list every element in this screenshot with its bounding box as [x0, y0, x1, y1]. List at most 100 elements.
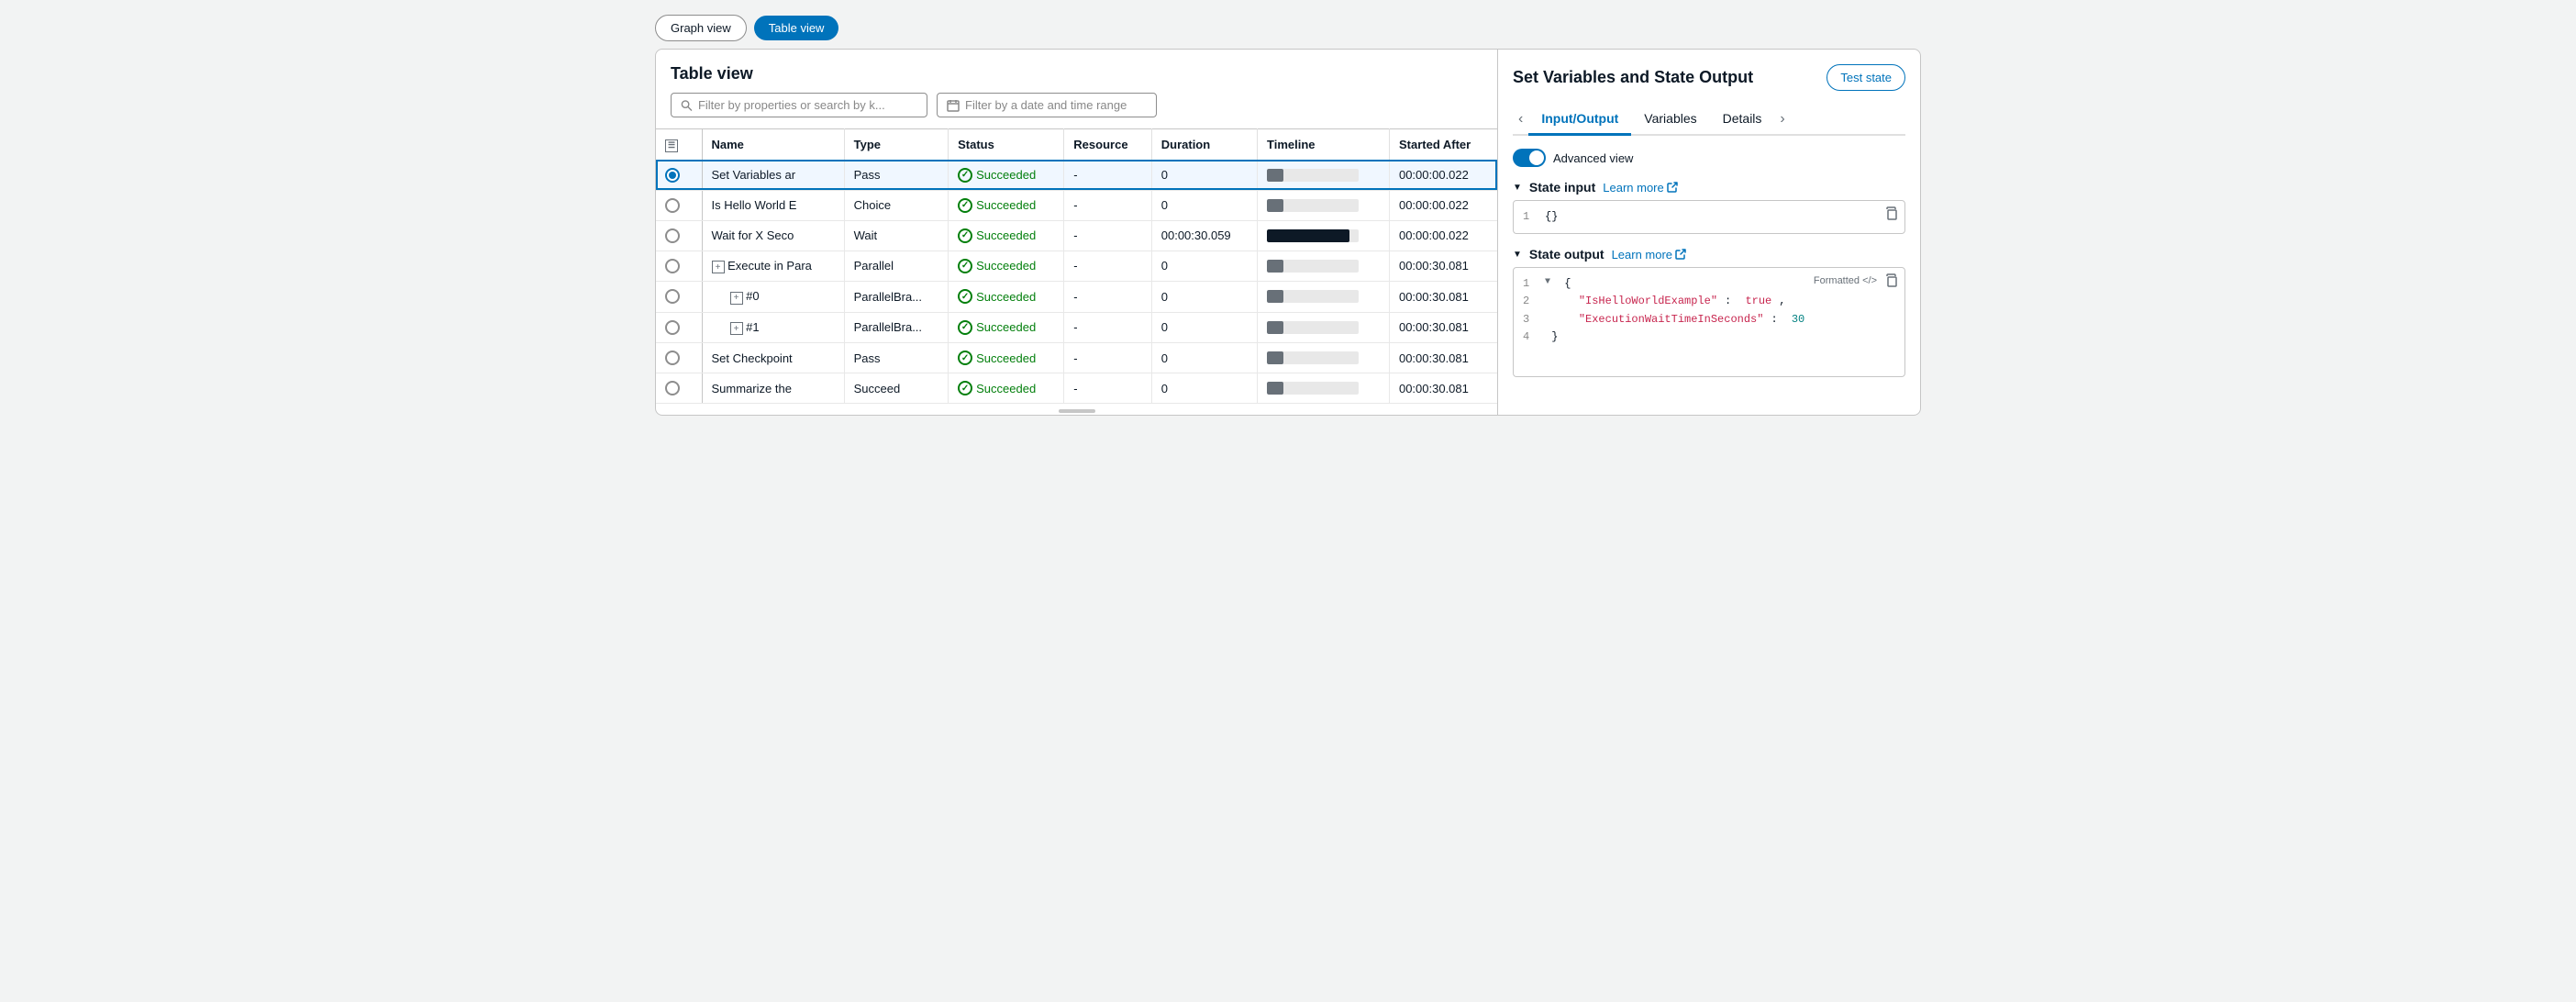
row-radio-button[interactable] [665, 351, 680, 365]
row-type: Parallel [844, 250, 949, 282]
row-timeline [1258, 220, 1390, 250]
tab-prev-button[interactable]: ‹ [1513, 107, 1528, 131]
success-icon: ✓ [958, 381, 972, 395]
col-timeline[interactable]: Timeline [1258, 129, 1390, 161]
tab-details[interactable]: Details [1710, 104, 1775, 136]
row-radio-cell[interactable] [656, 190, 702, 220]
row-radio-cell[interactable] [656, 220, 702, 250]
row-timeline [1258, 312, 1390, 343]
state-input-content: {} [1545, 208, 1558, 226]
property-filter-input[interactable] [698, 98, 917, 112]
timeline-bar-container [1267, 290, 1359, 303]
formatted-button[interactable]: Formatted </> [1814, 275, 1877, 286]
row-radio-cell[interactable] [656, 250, 702, 282]
row-type: ParallelBra... [844, 312, 949, 343]
tabs-row: ‹ Input/Output Variables Details › [1513, 104, 1905, 136]
table-header-row: ☰ Name Type Status Resource Duration Tim… [656, 129, 1497, 161]
success-icon: ✓ [958, 351, 972, 365]
col-duration[interactable]: Duration [1151, 129, 1257, 161]
status-label: Succeeded [976, 168, 1036, 182]
scroll-hint [656, 404, 1497, 415]
right-panel-header: Set Variables and State Output Test stat… [1513, 64, 1905, 91]
header-checkbox[interactable]: ☰ [665, 139, 678, 152]
state-input-block: 1 {} [1513, 200, 1905, 234]
state-input-learn-more[interactable]: Learn more [1603, 181, 1677, 195]
col-started-after[interactable]: Started After [1389, 129, 1497, 161]
row-type: Choice [844, 190, 949, 220]
row-radio-button[interactable] [665, 168, 680, 183]
success-icon: ✓ [958, 168, 972, 183]
row-radio-button[interactable] [665, 228, 680, 243]
table-view-title: Table view [671, 64, 1482, 84]
advanced-view-toggle[interactable] [1513, 149, 1546, 167]
table-row[interactable]: Wait for X SecoWait✓Succeeded-00:00:30.0… [656, 220, 1497, 250]
row-timeline [1258, 282, 1390, 313]
calendar-icon [947, 99, 960, 112]
state-output-header: ▼ State output Learn more [1513, 247, 1905, 262]
row-radio-cell[interactable] [656, 343, 702, 373]
row-radio-button[interactable] [665, 381, 680, 395]
advanced-view-label: Advanced view [1553, 151, 1633, 165]
state-input-triangle[interactable]: ▼ [1513, 183, 1522, 193]
row-radio-button[interactable] [665, 289, 680, 304]
expand-icon[interactable]: + [712, 261, 725, 273]
tab-variables[interactable]: Variables [1631, 104, 1709, 136]
timeline-bar [1267, 382, 1283, 395]
row-radio-button[interactable] [665, 259, 680, 273]
row-duration: 0 [1151, 160, 1257, 190]
table-row[interactable]: Is Hello World EChoice✓Succeeded-000:00:… [656, 190, 1497, 220]
row-type: Pass [844, 160, 949, 190]
status-label: Succeeded [976, 228, 1036, 242]
col-type[interactable]: Type [844, 129, 949, 161]
test-state-button[interactable]: Test state [1827, 64, 1905, 91]
row-resource: - [1064, 220, 1151, 250]
state-title: Set Variables and State Output [1513, 68, 1753, 87]
expand-icon[interactable]: + [730, 292, 743, 305]
row-radio-button[interactable] [665, 198, 680, 213]
state-output-learn-more[interactable]: Learn more [1612, 248, 1686, 262]
col-resource[interactable]: Resource [1064, 129, 1151, 161]
row-radio-cell[interactable] [656, 373, 702, 404]
state-output-triangle[interactable]: ▼ [1513, 250, 1522, 260]
table-row[interactable]: + #0ParallelBra...✓Succeeded-000:00:30.0… [656, 282, 1497, 313]
state-input-header: ▼ State input Learn more [1513, 180, 1905, 195]
timeline-bar [1267, 290, 1283, 303]
tab-input-output[interactable]: Input/Output [1528, 104, 1631, 136]
row-radio-cell[interactable] [656, 160, 702, 190]
state-output-block: 1 ▼ { 2 "IsHelloWorldExample" : true , 3 [1513, 267, 1905, 377]
timeline-bar [1267, 169, 1283, 182]
row-name: Set Variables ar [702, 160, 844, 190]
tab-next-button[interactable]: › [1774, 107, 1790, 131]
row-started-after: 00:00:00.022 [1389, 220, 1497, 250]
table-row[interactable]: + Execute in ParaParallel✓Succeeded-000:… [656, 250, 1497, 282]
table-view-button[interactable]: Table view [754, 16, 839, 40]
row-duration: 0 [1151, 343, 1257, 373]
row-radio-cell[interactable] [656, 312, 702, 343]
table-row[interactable]: Summarize theSucceed✓Succeeded-000:00:30… [656, 373, 1497, 404]
state-output-copy-button[interactable] [1884, 273, 1899, 293]
row-radio-cell[interactable] [656, 282, 702, 313]
col-status[interactable]: Status [949, 129, 1064, 161]
row-timeline [1258, 373, 1390, 404]
row-duration: 0 [1151, 250, 1257, 282]
property-filter[interactable] [671, 93, 927, 117]
scroll-grip [1059, 409, 1095, 413]
date-filter[interactable]: Filter by a date and time range [937, 93, 1157, 117]
state-input-copy-button[interactable] [1884, 206, 1899, 226]
date-filter-label: Filter by a date and time range [965, 98, 1127, 112]
external-link-icon [1667, 182, 1678, 193]
col-name[interactable]: Name [702, 129, 844, 161]
table-row[interactable]: Set Variables arPass✓Succeeded-000:00:00… [656, 160, 1497, 190]
table-row[interactable]: + #1ParallelBra...✓Succeeded-000:00:30.0… [656, 312, 1497, 343]
table-row[interactable]: Set CheckpointPass✓Succeeded-000:00:30.0… [656, 343, 1497, 373]
row-radio-button[interactable] [665, 320, 680, 335]
graph-view-button[interactable]: Graph view [655, 15, 747, 41]
row-status: ✓Succeeded [949, 220, 1064, 250]
col-select: ☰ [656, 129, 702, 161]
timeline-bar [1267, 229, 1349, 242]
row-status: ✓Succeeded [949, 282, 1064, 313]
row-name: Summarize the [702, 373, 844, 404]
expand-icon[interactable]: + [730, 322, 743, 335]
status-label: Succeeded [976, 290, 1036, 304]
timeline-bar-container [1267, 169, 1359, 182]
